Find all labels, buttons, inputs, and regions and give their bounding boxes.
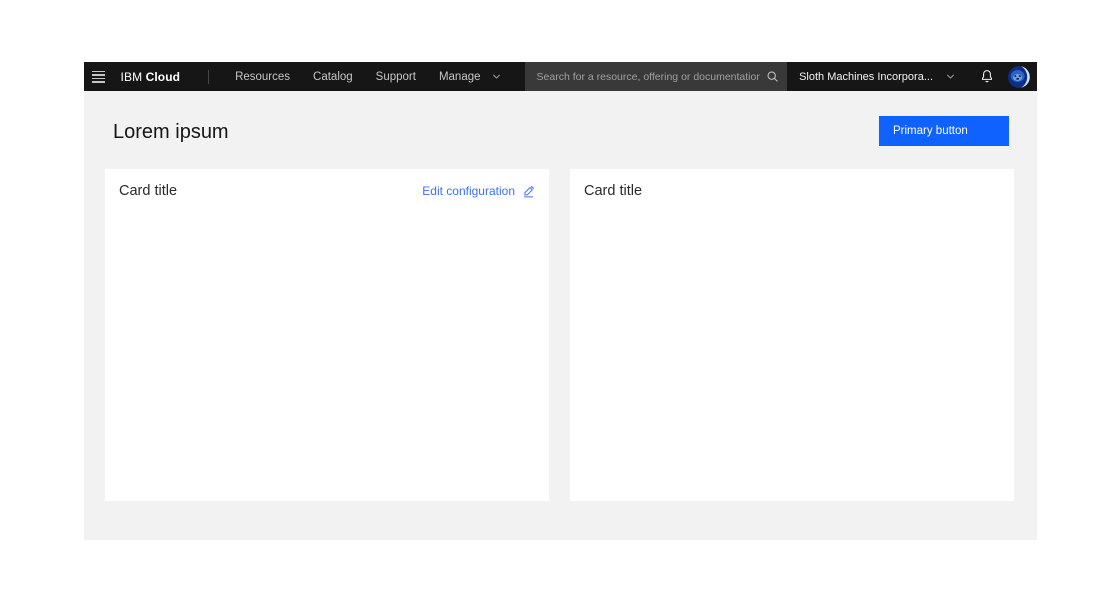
nav-item-manage[interactable]: Manage (439, 71, 502, 83)
brand-suffix: Cloud (146, 70, 181, 84)
hamburger-bars (92, 71, 105, 83)
menu-icon[interactable] (84, 62, 113, 91)
header-nav: Resources Catalog Support Manage (235, 71, 524, 83)
primary-button[interactable]: Primary button (879, 116, 1009, 146)
chevron-down-icon (491, 71, 502, 82)
search-icon[interactable] (766, 70, 779, 83)
page-title: Lorem ipsum (113, 121, 229, 144)
header-search (525, 62, 788, 91)
avatar[interactable] (1008, 66, 1030, 88)
nav-item-label: Catalog (313, 71, 353, 83)
nav-item-label: Manage (439, 71, 481, 83)
account-name: Sloth Machines Incorpora... (799, 71, 933, 83)
chevron-down-icon (945, 71, 956, 82)
top-header-bar: IBM Cloud Resources Catalog Support Mana… (84, 62, 1037, 91)
brand-prefix: IBM (121, 70, 143, 84)
page-header: Lorem ipsum Primary button (84, 91, 1037, 146)
nav-item-label: Support (376, 71, 416, 83)
nav-item-label: Resources (235, 71, 290, 83)
nav-item-catalog[interactable]: Catalog (313, 71, 353, 83)
nav-item-resources[interactable]: Resources (235, 71, 290, 83)
cards-row: Card title Edit configuration Card title (84, 169, 1037, 501)
search-input[interactable] (537, 71, 761, 83)
edit-configuration-label: Edit configuration (422, 184, 515, 198)
app-window: IBM Cloud Resources Catalog Support Mana… (84, 62, 1037, 540)
brand-logo[interactable]: IBM Cloud (121, 70, 181, 84)
edit-configuration-link[interactable]: Edit configuration (422, 184, 535, 198)
account-menu[interactable]: Sloth Machines Incorpora... (799, 71, 956, 83)
card-right: Card title (570, 169, 1014, 501)
bell-icon[interactable] (980, 69, 994, 84)
card-header: Card title Edit configuration (119, 183, 535, 199)
edit-pencil-icon (522, 185, 535, 198)
card-title: Card title (584, 183, 642, 199)
nav-item-support[interactable]: Support (376, 71, 416, 83)
card-left: Card title Edit configuration (105, 169, 549, 501)
header-divider (208, 70, 209, 84)
card-header: Card title (584, 183, 1000, 199)
card-title: Card title (119, 183, 177, 199)
